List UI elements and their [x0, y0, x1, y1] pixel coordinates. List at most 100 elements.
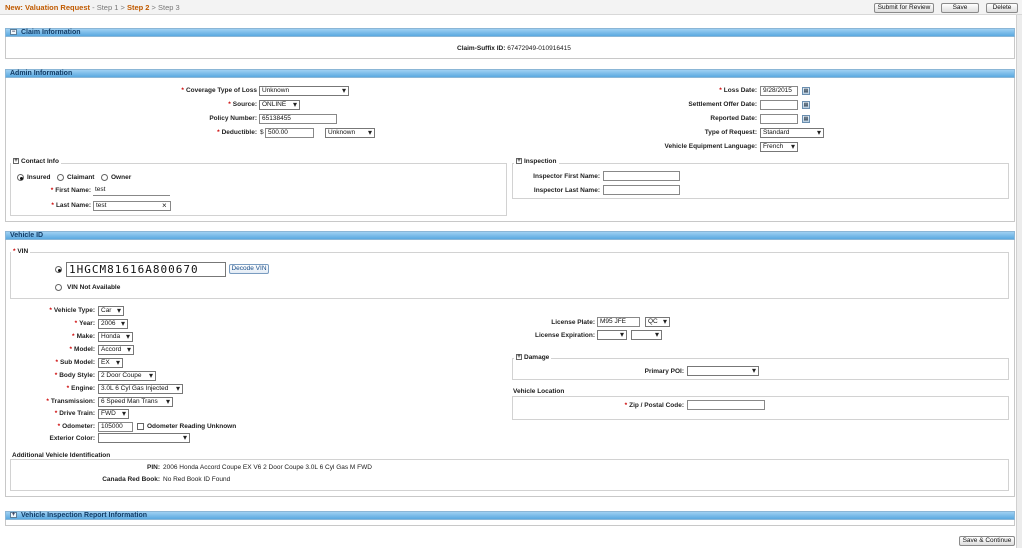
inspection-report-header[interactable]: + Vehicle Inspection Report Information — [5, 511, 1015, 520]
reported-date-label: Reported Date: — [710, 115, 757, 122]
expiration-month-select[interactable] — [597, 330, 627, 340]
deductible-type-select[interactable]: Unknown — [325, 128, 375, 138]
save-and-continue-button[interactable]: Save & Continue — [959, 536, 1015, 546]
inspector-last-name-input[interactable] — [603, 185, 680, 195]
inspection-legend[interactable]: + Inspection — [514, 158, 559, 165]
transmission-select[interactable]: 6 Speed Man Trans — [98, 397, 173, 407]
insured-radio[interactable] — [17, 174, 24, 181]
owner-radio[interactable] — [101, 174, 108, 181]
breadcrumb-separator: - — [90, 3, 97, 12]
engine-select[interactable]: 3.0L 6 Cyl Gas Injected — [98, 384, 183, 394]
exterior-color-select[interactable] — [98, 433, 190, 443]
year-label: * Year: — [20, 320, 95, 327]
damage-title: Damage — [524, 354, 550, 361]
policy-number-input[interactable]: 65138455 — [259, 114, 337, 124]
year-select[interactable]: 2006 — [98, 319, 128, 329]
reported-date-input[interactable] — [760, 114, 798, 124]
last-name-label: * Last Name: — [20, 202, 91, 209]
coverage-type-select[interactable]: Unknown — [259, 86, 349, 96]
first-name-input[interactable]: test — [93, 186, 170, 196]
delete-button[interactable]: Delete — [986, 3, 1018, 13]
vehicle-type-select[interactable]: Car — [98, 306, 124, 316]
body-style-select[interactable]: 2 Door Coupe — [98, 371, 156, 381]
model-label-text: Model: — [74, 346, 95, 353]
vin-radio[interactable] — [55, 266, 62, 273]
vehicle-type-label-text: Vehicle Type: — [53, 307, 95, 314]
make-label: * Make: — [20, 333, 95, 340]
source-select[interactable]: ONLINE — [259, 100, 300, 110]
expand-icon[interactable]: + — [13, 158, 19, 165]
odometer-input[interactable]: 105000 — [98, 422, 133, 432]
claim-suffix-value: 67472949-010916415 — [507, 45, 571, 52]
contact-info-legend[interactable]: + Contact Info — [11, 158, 61, 165]
model-select[interactable]: Accord — [98, 345, 134, 355]
coverage-type-label: * Coverage Type of Loss — [150, 87, 257, 94]
breadcrumb-step1[interactable]: Step 1 — [97, 3, 119, 12]
submit-for-review-button[interactable]: Submit for Review — [874, 3, 934, 13]
calendar-icon[interactable]: ▦ — [802, 101, 810, 109]
zip-label-text: Zip / Postal Code: — [629, 402, 684, 409]
vin-legend-text: VIN — [17, 248, 29, 255]
calendar-icon[interactable]: ▦ — [802, 87, 810, 95]
loss-date-input[interactable]: 9/28/2015 — [760, 86, 798, 96]
exterior-color-label: Exterior Color: — [49, 435, 95, 442]
required-marker: * — [72, 333, 75, 340]
breadcrumb-step3[interactable]: Step 3 — [158, 3, 180, 12]
expand-icon[interactable]: + — [516, 158, 522, 165]
odometer-label: * Odometer: — [20, 423, 95, 430]
deductible-input[interactable]: 500.00 — [265, 128, 314, 138]
sub-model-select[interactable]: EX — [98, 358, 123, 368]
body-style-label: * Body Style: — [20, 372, 95, 379]
admin-info-header[interactable]: Admin Information — [5, 69, 1015, 78]
loss-date-label-text: Loss Date: — [723, 87, 757, 94]
owner-label: Owner — [111, 174, 132, 181]
required-marker: * — [66, 385, 70, 392]
primary-poi-label: Primary POI: — [644, 368, 684, 375]
decode-vin-button[interactable]: Decode VIN — [229, 264, 269, 274]
page-scrollbar[interactable] — [1016, 15, 1022, 548]
body-style-label-text: Body Style: — [59, 372, 95, 379]
drive-train-label-text: Drive Train: — [59, 410, 95, 417]
license-plate-input[interactable]: M95 JFE — [597, 317, 640, 327]
pin-value: 2006 Honda Accord Coupe EX V6 2 Door Cou… — [163, 464, 372, 471]
last-name-input[interactable]: test — [93, 201, 171, 211]
inspector-first-name-input[interactable] — [603, 171, 680, 181]
required-marker: * — [57, 423, 61, 430]
vehicle-type-label: * Vehicle Type: — [20, 307, 95, 314]
claim-info-header[interactable]: − Claim Information — [5, 28, 1015, 37]
admin-info-title: Admin Information — [10, 70, 73, 77]
settlement-date-input[interactable] — [760, 100, 798, 110]
request-type-select[interactable]: Standard — [760, 128, 824, 138]
claimant-label: Claimant — [67, 174, 95, 181]
vin-not-available-radio[interactable] — [55, 284, 62, 291]
clear-icon[interactable]: × — [162, 201, 167, 210]
equipment-language-select[interactable]: French — [760, 142, 798, 152]
odometer-unknown-checkbox[interactable] — [137, 423, 144, 430]
save-button[interactable]: Save — [941, 3, 979, 13]
zip-label: * Zip / Postal Code: — [580, 402, 684, 409]
calendar-icon[interactable]: ▦ — [802, 115, 810, 123]
make-select[interactable]: Honda — [98, 332, 133, 342]
deductible-label: * Deductible: — [150, 129, 257, 136]
settlement-date-label: Settlement Offer Date: — [688, 101, 757, 108]
vehicle-id-title: Vehicle ID — [10, 232, 44, 239]
expand-icon[interactable]: + — [10, 512, 17, 519]
vin-input[interactable]: 1HGCM81616A800670 — [66, 262, 226, 277]
damage-legend[interactable]: + Damage — [514, 354, 552, 361]
engine-label: * Engine: — [20, 385, 95, 392]
required-marker: * — [181, 87, 184, 94]
required-marker: * — [49, 307, 52, 314]
expiration-year-select[interactable] — [631, 330, 662, 340]
source-label: * Source: — [150, 101, 257, 108]
vehicle-id-header[interactable]: Vehicle ID — [5, 231, 1015, 240]
plate-province-select[interactable]: QC — [645, 317, 670, 327]
claimant-radio[interactable] — [57, 174, 64, 181]
primary-poi-select[interactable] — [687, 366, 759, 376]
expand-icon[interactable]: + — [516, 354, 522, 361]
vehicle-location-title: Vehicle Location — [513, 388, 565, 395]
odometer-unknown-label: Odometer Reading Unknown — [147, 423, 237, 430]
collapse-icon[interactable]: − — [10, 29, 17, 36]
required-marker: * — [51, 202, 54, 209]
drive-train-select[interactable]: FWD — [98, 409, 129, 419]
zip-input[interactable] — [687, 400, 765, 410]
